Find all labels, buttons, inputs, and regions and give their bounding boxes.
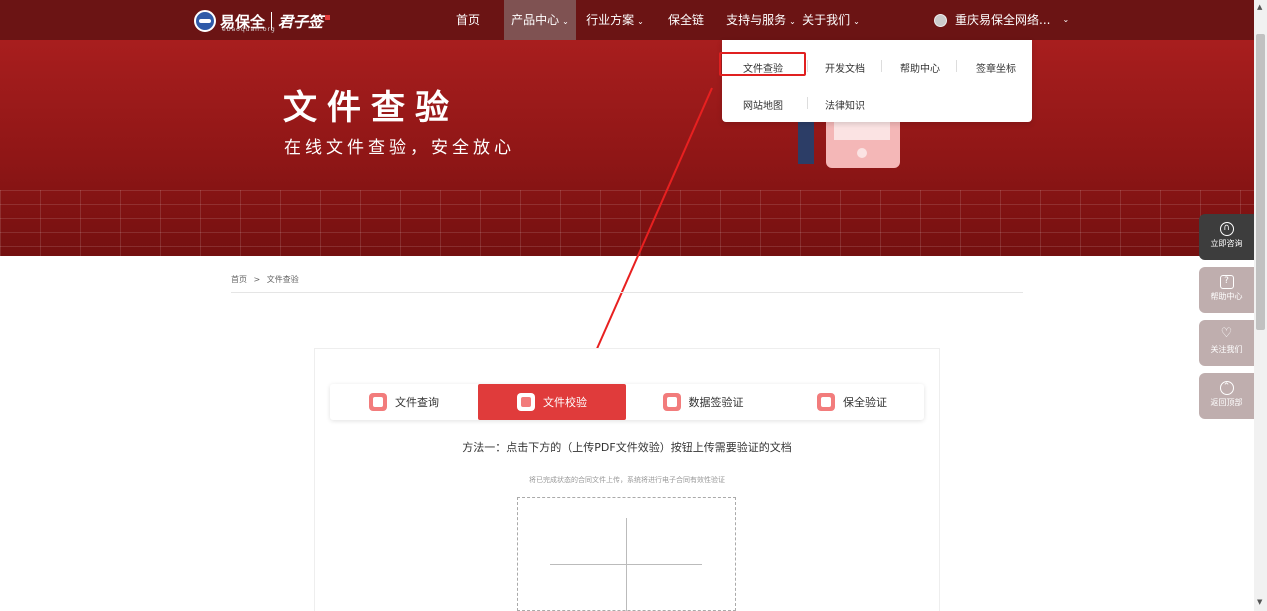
- side-button-label: 帮助中心: [1210, 292, 1243, 301]
- hero-banner: 文件查验 在线文件查验，安全放心: [0, 40, 1254, 256]
- file-verify-icon: [517, 393, 535, 411]
- breadcrumb-current: 文件查验: [266, 275, 299, 284]
- side-button-label: 关注我们: [1210, 345, 1243, 354]
- tab-label: 文件校验: [543, 396, 587, 409]
- banner-title: 文件查验: [283, 88, 459, 128]
- breadcrumb-home[interactable]: 首页: [231, 275, 247, 284]
- dropdown-divider: [807, 60, 808, 72]
- logo-stamp-icon: [325, 14, 331, 20]
- method-instruction: 方法一：点击下方的（上传PDF文件效验）按钮上传需要验证的文档: [462, 441, 792, 454]
- side-button-label: 立即咨询: [1210, 239, 1243, 248]
- dropdown-item-sitemap[interactable]: 网站地图: [743, 97, 783, 112]
- nav-products[interactable]: 产品中心 ⌄: [504, 0, 576, 40]
- side-button-label: 返回顶部: [1210, 398, 1243, 407]
- top-navbar: 易保全 ebaoquan.org 君子签 首页 产品中心 ⌄ 行业方案 ⌄ 保全链 …: [0, 0, 1254, 40]
- dropdown-divider: [807, 97, 808, 109]
- dropdown-item-legal[interactable]: 法律知识: [825, 97, 865, 112]
- help-icon: ?: [1219, 275, 1234, 289]
- person-legs: [798, 116, 814, 164]
- top-icon: ⌃: [1219, 381, 1234, 395]
- logo-icon: [194, 10, 216, 32]
- scroll-thumb[interactable]: [1256, 34, 1265, 330]
- user-name: 重庆易保全网络...: [955, 13, 1051, 27]
- nav-about[interactable]: 关于我们 ⌄: [800, 0, 862, 40]
- follow-us-button[interactable]: ♡ 关注我们: [1199, 320, 1254, 366]
- nav-label: 首页: [455, 13, 480, 27]
- nav-label: 产品中心: [511, 13, 560, 27]
- avatar: [934, 13, 947, 27]
- dropdown-item-dev-docs[interactable]: 开发文档: [825, 60, 865, 75]
- nav-support[interactable]: 支持与服务 ⌄: [724, 0, 798, 40]
- scrollbar[interactable]: ▲ ▼: [1254, 0, 1267, 611]
- chevron-down-icon: ⌄: [1062, 15, 1070, 24]
- tab-data-sign-verify[interactable]: 数据签验证: [626, 384, 780, 420]
- nav-label: 保全链: [667, 13, 704, 27]
- nav-label: 行业方案: [586, 13, 635, 27]
- headset-icon: ∩: [1219, 222, 1234, 236]
- tab-preservation-verify[interactable]: 保全验证: [780, 384, 924, 420]
- tab-file-query[interactable]: 文件查询: [330, 384, 478, 420]
- chevron-down-icon: ⌄: [853, 17, 860, 26]
- scroll-up-icon[interactable]: ▲: [1257, 3, 1262, 11]
- tab-label: 文件查询: [395, 396, 439, 409]
- chevron-down-icon: ⌄: [562, 17, 569, 26]
- nav-label: 关于我们: [802, 13, 851, 27]
- chevron-down-icon: ⌄: [637, 17, 644, 26]
- back-to-top-button[interactable]: ⌃ 返回顶部: [1199, 373, 1254, 419]
- scroll-down-icon[interactable]: ▼: [1257, 598, 1262, 606]
- user-menu[interactable]: 重庆易保全网络... ⌄: [934, 0, 1069, 40]
- file-query-icon: [369, 393, 387, 411]
- help-center-button[interactable]: ? 帮助中心: [1199, 267, 1254, 313]
- nav-home[interactable]: 首页: [446, 0, 490, 40]
- breadcrumb-divider: [231, 292, 1023, 293]
- logo-subtext: ebaoquan.org: [222, 26, 276, 33]
- heart-icon: ♡: [1220, 326, 1233, 341]
- banner-subtitle: 在线文件查验，安全放心: [284, 138, 515, 158]
- highlight-box: [719, 52, 806, 76]
- dropdown-item-help-center[interactable]: 帮助中心: [900, 60, 940, 75]
- plus-icon-horizontal: [550, 564, 702, 565]
- nav-chain[interactable]: 保全链: [662, 0, 710, 40]
- breadcrumb-separator: >: [253, 275, 261, 284]
- dropdown-divider: [881, 60, 882, 72]
- dropdown-divider: [956, 60, 957, 72]
- dropdown-item-seal-coords[interactable]: 签章坐标: [976, 60, 1016, 75]
- banner-grid: [0, 190, 1254, 256]
- verify-tabs: 文件查询 文件校验 数据签验证 保全验证: [330, 384, 924, 420]
- consult-button[interactable]: ∩ 立即咨询: [1199, 214, 1254, 260]
- nav-label: 支持与服务: [726, 13, 787, 27]
- upload-hint: 将已完成状态的合同文件上传，系统将进行电子合同有效性验证: [529, 476, 725, 484]
- logo-text-junzi: 君子签: [278, 12, 324, 31]
- chevron-down-icon: ⌄: [789, 17, 796, 26]
- tab-label: 数据签验证: [688, 396, 744, 409]
- nav-solutions[interactable]: 行业方案 ⌄: [580, 0, 650, 40]
- preservation-icon: [817, 393, 835, 411]
- data-sign-icon: [662, 393, 681, 411]
- breadcrumb: 首页 > 文件查验: [231, 274, 299, 285]
- tab-file-verify[interactable]: 文件校验: [478, 384, 626, 420]
- logo[interactable]: 易保全 ebaoquan.org 君子签: [194, 10, 331, 33]
- tab-label: 保全验证: [843, 396, 887, 409]
